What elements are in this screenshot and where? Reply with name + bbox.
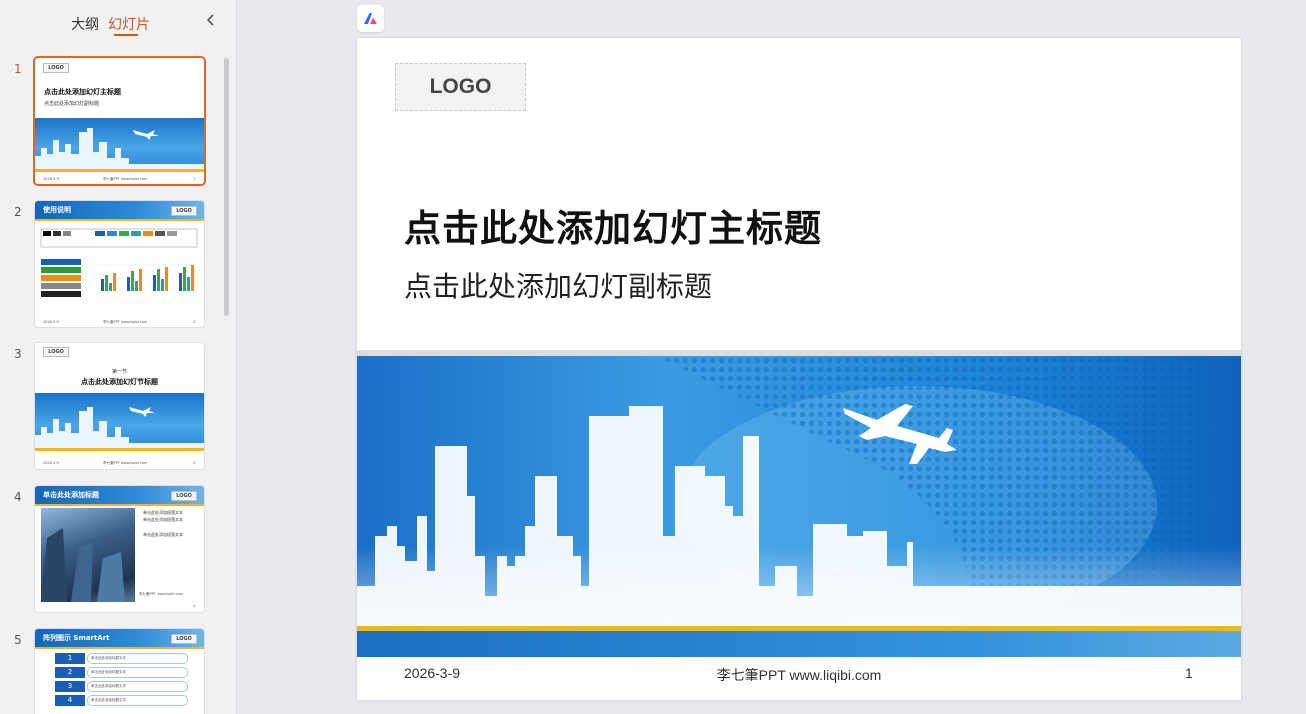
thumb-logo: LOGO [43, 63, 69, 73]
thumb-footer-center: 李七筆PPT www.liqibi.com [103, 177, 148, 181]
thumb-header-text: 单击此处添加标题 [43, 491, 99, 499]
thumb-logo: LOGO [171, 206, 197, 216]
thumb-footer-center: 李七筆PPT www.liqibi.com [139, 592, 184, 596]
thumb-text-line: 单击此处添加段落文本 [143, 517, 183, 522]
thumb-list-text: 单击此处添加标题文本 [87, 653, 188, 664]
panel-tabs: 大纲 幻灯片 [0, 0, 236, 46]
slide-logo-placeholder[interactable]: LOGO [395, 63, 526, 111]
thumb-list-text: 单击此处添加标题文本 [87, 667, 188, 678]
slide-thumbnail-4[interactable]: 单击此处添加标题 LOGO 单击此处添加段落文本 单击此处添加段落文本 单击此处… [35, 486, 204, 612]
slide-number: 1 [14, 62, 22, 76]
thumb-footer-number: 3 [193, 461, 196, 465]
thumb-kicker: 第一节 [111, 369, 127, 375]
thumb-text-line: 单击此处添加段落文本 [143, 532, 183, 537]
tab-slides[interactable]: 幻灯片 [108, 14, 150, 34]
thumb-footer-date: 2026-3-9 [43, 461, 59, 465]
thumb-footer-center: 李七筆PPT www.liqibi.com [103, 320, 148, 324]
thumb-banner [35, 118, 204, 172]
slide-number: 3 [14, 347, 22, 361]
city-banner-image [357, 356, 1241, 626]
thumb-list-number: 1 [55, 653, 85, 664]
thumb-list-text: 单击此处添加标题文本 [87, 695, 188, 706]
slide-number: 4 [14, 490, 22, 504]
slide-number: 5 [14, 633, 22, 647]
slide-canvas[interactable]: LOGO 点击此处添加幻灯主标题 点击此处添加幻灯副标题 2026-3-9 李七… [357, 38, 1241, 700]
blue-stripe [357, 631, 1241, 657]
slide-thumbnail-1[interactable]: LOGO 点击此处添加幻灯主标题 点击此处添加幻灯副标题 2026-3-9 李七… [35, 58, 204, 184]
thumb-list-text: 单击此处添加标题文本 [87, 681, 188, 692]
thumb-title: 点击此处添加幻灯节标题 [81, 378, 158, 386]
chevron-left-icon[interactable] [203, 13, 219, 31]
thumb-list-number: 3 [55, 681, 85, 692]
thumb-title: 点击此处添加幻灯主标题 [44, 88, 121, 96]
active-tab-indicator [114, 34, 138, 36]
app-logo-icon[interactable] [357, 5, 384, 32]
scrollbar[interactable] [224, 58, 229, 316]
slide-footer-number[interactable]: 1 [1185, 665, 1193, 681]
slide-subtitle[interactable]: 点击此处添加幻灯副标题 [404, 265, 712, 305]
tab-outline[interactable]: 大纲 [71, 14, 99, 34]
thumb-logo: LOGO [43, 347, 69, 357]
thumb-header-text: 阵列图示 SmartArt [43, 634, 110, 642]
slide-thumbnail-2[interactable]: 使用说明 LOGO 2026-3-9 李七筆PPT www.liqibi.com… [35, 201, 204, 327]
slide-thumbnail-5[interactable]: 阵列图示 SmartArt LOGO 1 单击此处添加标题文本 2 单击此处添加… [35, 629, 204, 714]
slide-number: 2 [14, 205, 22, 219]
thumb-footer-center: 李七筆PPT www.liqibi.com [103, 461, 148, 465]
thumb-smartart: 1 单击此处添加标题文本 2 单击此处添加标题文本 3 单击此处添加标题文本 4… [55, 653, 188, 709]
thumb-logo: LOGO [171, 491, 197, 501]
slide-panel: 大纲 幻灯片 1 LOGO 点击此处添加幻灯主标题 点击此处添加幻灯副标题 20… [0, 0, 237, 714]
thumb-footer-number: 4 [193, 604, 196, 608]
thumb-logo: LOGO [171, 634, 197, 644]
thumb-list-number: 4 [55, 695, 85, 706]
thumb-banner [35, 393, 204, 451]
thumb-text-line: 单击此处添加段落文本 [143, 510, 183, 515]
thumb-header-text: 使用说明 [43, 206, 71, 214]
thumb-list-number: 2 [55, 667, 85, 678]
thumb-content-graphic [40, 228, 198, 297]
thumb-footer-number: 2 [193, 320, 196, 324]
thumb-footer-date: 2026-3-9 [43, 320, 59, 324]
slide-title[interactable]: 点击此处添加幻灯主标题 [404, 198, 822, 252]
thumb-subtitle: 点击此处添加幻灯副标题 [44, 101, 100, 107]
thumb-building-photo [41, 508, 135, 602]
thumb-footer-number: 1 [193, 177, 196, 181]
thumb-footer-date: 2026-3-9 [43, 177, 59, 181]
slide-footer-text[interactable]: 李七筆PPT www.liqibi.com [357, 665, 1241, 685]
slide-thumbnail-3[interactable]: LOGO 第一节 点击此处添加幻灯节标题 2026-3-9 李七筆PPT www… [35, 343, 204, 469]
